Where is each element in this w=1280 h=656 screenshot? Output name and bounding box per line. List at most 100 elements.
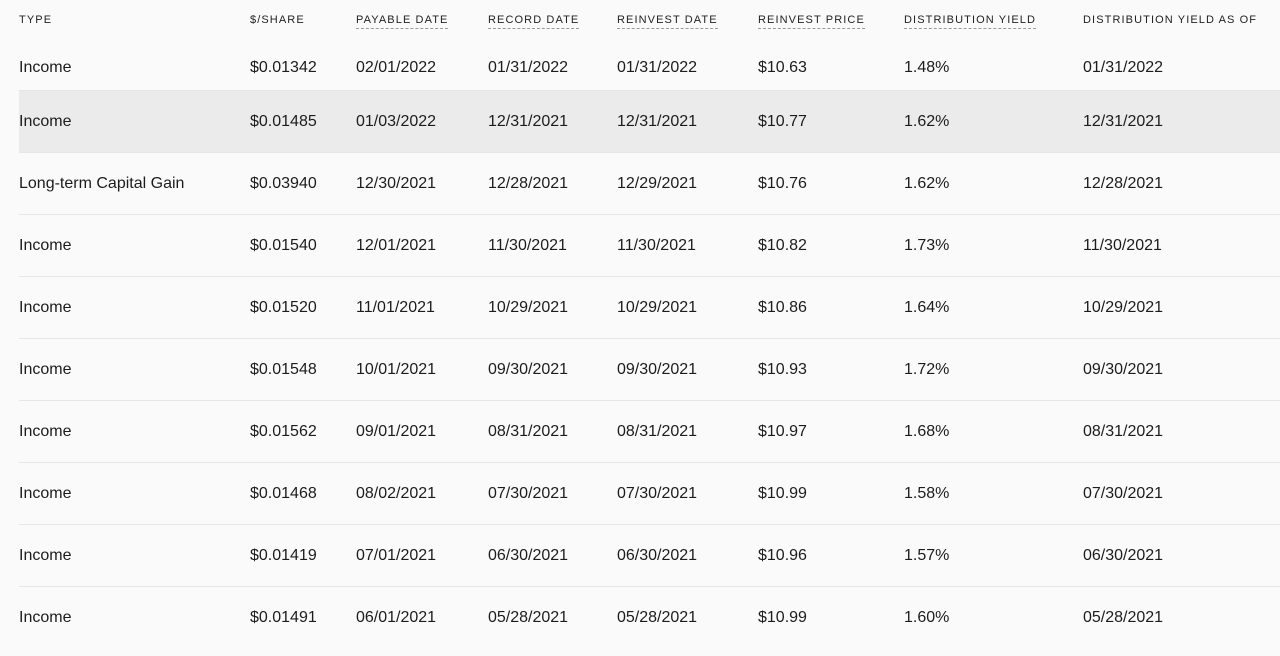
- cell-distribution-yield: 1.72%: [904, 360, 950, 378]
- header-per-share: $/SHARE: [250, 14, 305, 26]
- cell-per-share: $0.01562: [250, 422, 317, 440]
- cell-distribution-yield: 1.62%: [904, 174, 950, 192]
- cell-reinvest-price: $10.76: [758, 174, 807, 192]
- cell-per-share: $0.01520: [250, 298, 317, 316]
- cell-payable-date: 01/03/2022: [356, 112, 437, 130]
- cell-distribution-yield-as-of: 07/30/2021: [1083, 484, 1164, 502]
- cell-reinvest-date: 05/28/2021: [617, 608, 698, 626]
- table-row: Income $0.01468 08/02/2021 07/30/2021 07/30/…: [19, 463, 1280, 525]
- cell-distribution-yield-as-of: 08/31/2021: [1083, 422, 1164, 440]
- cell-distribution-yield: 1.64%: [904, 298, 950, 316]
- cell-per-share: $0.01485: [250, 112, 317, 130]
- table-row: Income $0.01562 09/01/2021 08/31/2021 08/31/…: [19, 401, 1280, 463]
- cell-record-date: 12/28/2021: [488, 174, 569, 192]
- header-record-date[interactable]: RECORD DATE: [488, 14, 580, 29]
- cell-reinvest-date: 01/31/2022: [617, 59, 698, 76]
- cell-record-date: 07/30/2021: [488, 484, 569, 502]
- cell-distribution-yield-as-of: 10/29/2021: [1083, 298, 1164, 316]
- cell-reinvest-date: 07/30/2021: [617, 484, 698, 502]
- cell-type: Income: [19, 360, 72, 378]
- table-row: Income $0.01548 10/01/2021 09/30/2021 09/30/…: [19, 339, 1280, 401]
- table-header-row: TYPE $/SHARE PAYABLE DATE RECORD DATE RE…: [19, 0, 1280, 37]
- cell-record-date: 10/29/2021: [488, 298, 569, 316]
- cell-payable-date: 12/30/2021: [356, 174, 437, 192]
- cell-record-date: 08/31/2021: [488, 422, 569, 440]
- cell-reinvest-price: $10.77: [758, 112, 807, 130]
- distributions-table: TYPE $/SHARE PAYABLE DATE RECORD DATE RE…: [19, 0, 1280, 648]
- cell-payable-date: 12/01/2021: [356, 236, 437, 254]
- cell-distribution-yield-as-of: 11/30/2021: [1083, 236, 1162, 254]
- cell-payable-date: 11/01/2021: [356, 298, 435, 316]
- table-row: Income $0.01342 02/01/2022 01/31/2022 01/31/…: [19, 37, 1280, 91]
- cell-distribution-yield-as-of: 05/28/2021: [1083, 608, 1164, 626]
- header-reinvest-price[interactable]: REINVEST PRICE: [758, 14, 865, 29]
- cell-per-share: $0.03940: [250, 174, 317, 192]
- cell-type: Income: [19, 422, 72, 440]
- cell-distribution-yield: 1.58%: [904, 484, 950, 502]
- cell-distribution-yield: 1.48%: [904, 59, 950, 76]
- cell-reinvest-price: $10.97: [758, 422, 807, 440]
- cell-per-share: $0.01419: [250, 546, 317, 564]
- cell-distribution-yield-as-of: 01/31/2022: [1083, 59, 1164, 76]
- cell-reinvest-price: $10.63: [758, 59, 807, 76]
- cell-distribution-yield: 1.60%: [904, 608, 950, 626]
- cell-reinvest-price: $10.99: [758, 608, 807, 626]
- cell-record-date: 06/30/2021: [488, 546, 569, 564]
- cell-reinvest-price: $10.86: [758, 298, 807, 316]
- cell-per-share: $0.01548: [250, 360, 317, 378]
- cell-distribution-yield-as-of: 12/28/2021: [1083, 174, 1164, 192]
- cell-reinvest-date: 12/29/2021: [617, 174, 698, 192]
- cell-reinvest-date: 08/31/2021: [617, 422, 698, 440]
- cell-type: Income: [19, 59, 72, 76]
- cell-distribution-yield: 1.57%: [904, 546, 950, 564]
- cell-reinvest-price: $10.99: [758, 484, 807, 502]
- cell-payable-date: 10/01/2021: [356, 360, 437, 378]
- cell-payable-date: 08/02/2021: [356, 484, 437, 502]
- cell-distribution-yield: 1.73%: [904, 236, 950, 254]
- cell-distribution-yield: 1.68%: [904, 422, 950, 440]
- cell-reinvest-price: $10.82: [758, 236, 807, 254]
- cell-record-date: 12/31/2021: [488, 112, 569, 130]
- cell-reinvest-date: 06/30/2021: [617, 546, 698, 564]
- cell-reinvest-date: 10/29/2021: [617, 298, 698, 316]
- cell-record-date: 11/30/2021: [488, 236, 567, 254]
- cell-record-date: 05/28/2021: [488, 608, 569, 626]
- cell-record-date: 01/31/2022: [488, 59, 569, 76]
- cell-distribution-yield: 1.62%: [904, 112, 950, 130]
- cell-type: Income: [19, 484, 72, 502]
- cell-type: Income: [19, 608, 72, 626]
- cell-type: Income: [19, 112, 72, 130]
- cell-payable-date: 06/01/2021: [356, 608, 437, 626]
- cell-type: Income: [19, 236, 72, 254]
- cell-per-share: $0.01342: [250, 59, 317, 76]
- table-row: Income $0.01485 01/03/2022 12/31/2021 12/31/…: [19, 91, 1280, 153]
- cell-reinvest-date: 11/30/2021: [617, 236, 696, 254]
- header-payable-date[interactable]: PAYABLE DATE: [356, 14, 449, 29]
- cell-distribution-yield-as-of: 12/31/2021: [1083, 112, 1164, 130]
- table-body: Income $0.01342 02/01/2022 01/31/2022 01/31/…: [19, 37, 1280, 648]
- cell-payable-date: 02/01/2022: [356, 59, 437, 76]
- header-type: TYPE: [19, 14, 53, 26]
- cell-reinvest-date: 12/31/2021: [617, 112, 698, 130]
- cell-per-share: $0.01468: [250, 484, 317, 502]
- cell-distribution-yield-as-of: 09/30/2021: [1083, 360, 1164, 378]
- cell-type: Income: [19, 546, 72, 564]
- table-row: Long-term Capital Gain $0.03940 12/30/2021…: [19, 153, 1280, 215]
- cell-record-date: 09/30/2021: [488, 360, 569, 378]
- cell-type: Income: [19, 298, 72, 316]
- cell-per-share: $0.01491: [250, 608, 317, 626]
- cell-payable-date: 09/01/2021: [356, 422, 437, 440]
- cell-reinvest-price: $10.93: [758, 360, 807, 378]
- cell-per-share: $0.01540: [250, 236, 317, 254]
- header-reinvest-date[interactable]: REINVEST DATE: [617, 14, 718, 29]
- table-row: Income $0.01520 11/01/2021 10/29/2021 10/29/…: [19, 277, 1280, 339]
- cell-type: Long-term Capital Gain: [19, 174, 185, 192]
- cell-payable-date: 07/01/2021: [356, 546, 437, 564]
- table-row: Income $0.01419 07/01/2021 06/30/2021 06/30/…: [19, 525, 1280, 587]
- cell-reinvest-price: $10.96: [758, 546, 807, 564]
- header-distribution-yield[interactable]: DISTRIBUTION YIELD: [904, 14, 1037, 29]
- cell-reinvest-date: 09/30/2021: [617, 360, 698, 378]
- cell-distribution-yield-as-of: 06/30/2021: [1083, 546, 1164, 564]
- table-row: Income $0.01540 12/01/2021 11/30/2021 11/30/…: [19, 215, 1280, 277]
- table-row: Income $0.01491 06/01/2021 05/28/2021 05/28/…: [19, 587, 1280, 648]
